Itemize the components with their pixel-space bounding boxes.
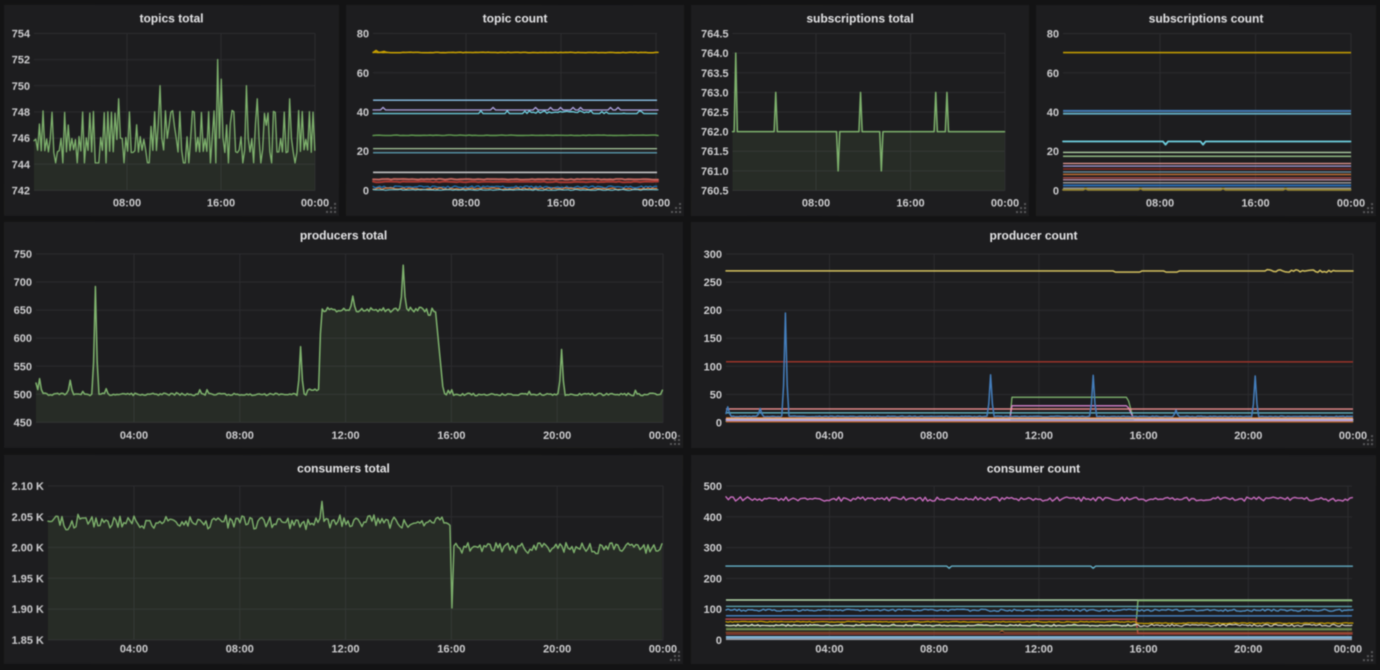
svg-text:16:00: 16:00 bbox=[207, 197, 235, 209]
svg-text:16:00: 16:00 bbox=[437, 643, 465, 655]
svg-text:40: 40 bbox=[1047, 107, 1059, 119]
svg-text:00:00: 00:00 bbox=[1339, 430, 1367, 442]
svg-text:subscriptions count: subscriptions count bbox=[1149, 12, 1264, 26]
svg-text:16:00: 16:00 bbox=[896, 198, 924, 210]
svg-text:300: 300 bbox=[704, 543, 722, 555]
svg-text:08:00: 08:00 bbox=[1146, 198, 1174, 210]
svg-text:16:00: 16:00 bbox=[1129, 644, 1157, 656]
svg-text:consumers total: consumers total bbox=[297, 461, 390, 475]
svg-text:08:00: 08:00 bbox=[113, 197, 141, 209]
svg-text:topic count: topic count bbox=[483, 11, 548, 25]
svg-text:744: 744 bbox=[12, 159, 31, 171]
svg-text:0: 0 bbox=[1053, 186, 1059, 198]
svg-text:746: 746 bbox=[12, 133, 30, 145]
svg-text:00:00: 00:00 bbox=[301, 197, 329, 209]
svg-text:200: 200 bbox=[704, 305, 722, 317]
svg-text:750: 750 bbox=[14, 249, 32, 261]
svg-text:16:00: 16:00 bbox=[437, 430, 465, 442]
svg-text:00:00: 00:00 bbox=[649, 643, 677, 655]
svg-text:761.0: 761.0 bbox=[701, 166, 729, 178]
svg-text:04:00: 04:00 bbox=[120, 430, 148, 442]
svg-text:04:00: 04:00 bbox=[815, 644, 843, 656]
svg-text:12:00: 12:00 bbox=[331, 643, 359, 655]
svg-text:consumer count: consumer count bbox=[987, 462, 1080, 476]
svg-text:producers total: producers total bbox=[300, 228, 387, 242]
svg-text:08:00: 08:00 bbox=[226, 430, 254, 442]
svg-text:00:00: 00:00 bbox=[642, 197, 670, 209]
svg-text:761.5: 761.5 bbox=[701, 146, 729, 158]
svg-text:60: 60 bbox=[357, 68, 369, 80]
svg-text:60: 60 bbox=[1047, 68, 1059, 80]
svg-text:00:00: 00:00 bbox=[1334, 644, 1362, 656]
svg-text:16:00: 16:00 bbox=[1241, 198, 1269, 210]
svg-text:0: 0 bbox=[363, 185, 369, 197]
svg-text:1.95 K: 1.95 K bbox=[12, 573, 44, 585]
svg-text:0: 0 bbox=[716, 418, 722, 430]
svg-text:750: 750 bbox=[12, 81, 30, 93]
svg-text:topics total: topics total bbox=[140, 11, 204, 25]
svg-text:150: 150 bbox=[704, 333, 722, 345]
svg-text:producer count: producer count bbox=[990, 229, 1078, 243]
svg-text:08:00: 08:00 bbox=[226, 643, 254, 655]
svg-text:748: 748 bbox=[12, 107, 30, 119]
svg-text:0: 0 bbox=[716, 635, 722, 647]
svg-text:400: 400 bbox=[704, 512, 722, 524]
svg-text:2.00 K: 2.00 K bbox=[12, 542, 44, 554]
svg-text:763.0: 763.0 bbox=[701, 87, 729, 99]
svg-text:12:00: 12:00 bbox=[1025, 430, 1053, 442]
svg-text:2.10 K: 2.10 K bbox=[12, 481, 44, 493]
svg-text:12:00: 12:00 bbox=[1025, 644, 1053, 656]
svg-text:08:00: 08:00 bbox=[802, 198, 830, 210]
svg-text:450: 450 bbox=[14, 417, 32, 429]
svg-text:764.0: 764.0 bbox=[701, 48, 729, 60]
svg-text:20:00: 20:00 bbox=[1234, 644, 1262, 656]
svg-text:754: 754 bbox=[12, 28, 31, 40]
svg-text:300: 300 bbox=[704, 249, 722, 261]
svg-text:742: 742 bbox=[12, 185, 30, 197]
svg-text:00:00: 00:00 bbox=[1337, 198, 1365, 210]
svg-text:20: 20 bbox=[1047, 146, 1059, 158]
svg-text:100: 100 bbox=[704, 361, 722, 373]
svg-text:50: 50 bbox=[710, 389, 722, 401]
svg-text:500: 500 bbox=[14, 389, 32, 401]
svg-text:04:00: 04:00 bbox=[815, 430, 843, 442]
svg-text:762.0: 762.0 bbox=[701, 127, 729, 139]
svg-text:00:00: 00:00 bbox=[991, 198, 1019, 210]
svg-text:subscriptions total: subscriptions total bbox=[806, 12, 913, 26]
svg-text:550: 550 bbox=[14, 361, 32, 373]
svg-text:20:00: 20:00 bbox=[543, 430, 571, 442]
svg-text:250: 250 bbox=[704, 277, 722, 289]
svg-text:40: 40 bbox=[357, 107, 369, 119]
svg-text:08:00: 08:00 bbox=[920, 644, 948, 656]
svg-text:16:00: 16:00 bbox=[1130, 430, 1158, 442]
svg-text:100: 100 bbox=[704, 604, 722, 616]
svg-text:700: 700 bbox=[14, 277, 32, 289]
svg-text:760.5: 760.5 bbox=[701, 186, 729, 198]
svg-text:762.5: 762.5 bbox=[701, 107, 729, 119]
svg-text:16:00: 16:00 bbox=[547, 197, 575, 209]
svg-text:08:00: 08:00 bbox=[920, 430, 948, 442]
svg-text:2.05 K: 2.05 K bbox=[12, 512, 44, 524]
svg-text:763.5: 763.5 bbox=[701, 68, 729, 80]
svg-text:650: 650 bbox=[14, 305, 32, 317]
svg-text:752: 752 bbox=[12, 55, 30, 67]
svg-text:600: 600 bbox=[14, 333, 32, 345]
svg-text:00:00: 00:00 bbox=[649, 430, 677, 442]
svg-text:1.90 K: 1.90 K bbox=[12, 604, 44, 616]
svg-text:12:00: 12:00 bbox=[332, 430, 360, 442]
svg-text:200: 200 bbox=[704, 573, 722, 585]
svg-text:764.5: 764.5 bbox=[701, 29, 729, 41]
svg-text:500: 500 bbox=[704, 481, 722, 493]
svg-text:20:00: 20:00 bbox=[543, 643, 571, 655]
svg-text:04:00: 04:00 bbox=[120, 643, 148, 655]
svg-text:1.85 K: 1.85 K bbox=[12, 635, 44, 647]
svg-text:80: 80 bbox=[357, 28, 369, 40]
svg-text:80: 80 bbox=[1047, 29, 1059, 41]
svg-text:20: 20 bbox=[357, 146, 369, 158]
svg-text:08:00: 08:00 bbox=[452, 197, 480, 209]
svg-text:20:00: 20:00 bbox=[1234, 430, 1262, 442]
